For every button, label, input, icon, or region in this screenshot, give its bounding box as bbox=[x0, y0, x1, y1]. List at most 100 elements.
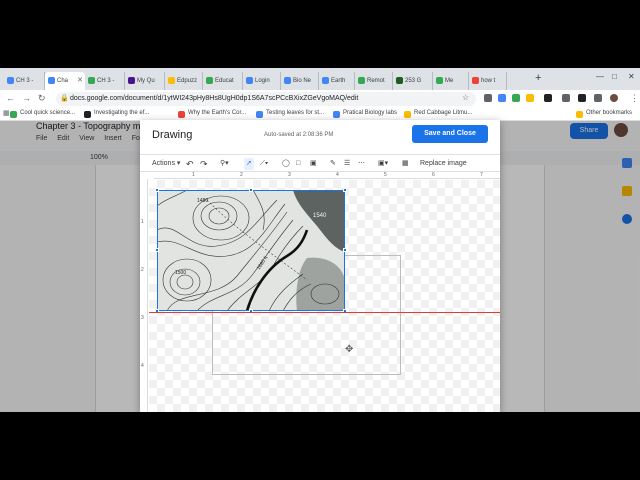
bookmark-favicon-icon bbox=[10, 111, 17, 118]
bookmark-folder-icon bbox=[576, 111, 583, 118]
shape-tool-icon[interactable]: ◯ bbox=[282, 158, 290, 170]
extension-icon[interactable] bbox=[498, 94, 506, 102]
media-icon[interactable] bbox=[594, 94, 602, 102]
ruler-tick-label: 6 bbox=[432, 172, 435, 178]
text-box-icon[interactable]: □ bbox=[296, 158, 300, 170]
bookmark-item[interactable]: Cool quick science... bbox=[10, 110, 75, 118]
tab-favicon-icon bbox=[7, 77, 14, 84]
ruler-tick-label: 4 bbox=[141, 363, 144, 369]
browser-tab[interactable]: 253 G bbox=[393, 72, 433, 90]
ruler-tick-label: 2 bbox=[240, 172, 243, 178]
browser-tab[interactable]: how t bbox=[469, 72, 507, 90]
browser-tab[interactable]: Cha ✕ bbox=[45, 72, 85, 90]
browser-tab[interactable]: Edpuzz bbox=[165, 72, 203, 90]
dialog-title: Drawing bbox=[152, 129, 193, 141]
select-arrow-icon[interactable]: ➚ bbox=[244, 158, 254, 170]
resize-handle[interactable] bbox=[155, 248, 159, 252]
extension-icon[interactable] bbox=[526, 94, 534, 102]
browser-tab[interactable]: My Qu bbox=[125, 72, 165, 90]
browser-tab[interactable]: Bio Ne bbox=[281, 72, 319, 90]
browser-tab[interactable]: Educat bbox=[203, 72, 243, 90]
lock-icon: 🔒 bbox=[60, 95, 69, 102]
bookmark-item[interactable]: Investigating the ef... bbox=[84, 110, 149, 118]
resize-handle[interactable] bbox=[343, 188, 347, 192]
back-icon[interactable]: ← bbox=[6, 93, 15, 103]
ruler-tick-label: 5 bbox=[384, 172, 387, 178]
crop-icon[interactable]: ▣▾ bbox=[378, 158, 388, 170]
cast-icon[interactable] bbox=[578, 94, 586, 102]
maximize-icon[interactable]: □ bbox=[612, 72, 617, 81]
minimize-icon[interactable]: — bbox=[596, 72, 604, 81]
extension-icon[interactable] bbox=[484, 94, 492, 102]
tab-favicon-icon bbox=[436, 77, 443, 84]
extension-icon[interactable] bbox=[544, 94, 552, 102]
bookmark-favicon-icon bbox=[404, 111, 411, 118]
image-icon[interactable]: ▣ bbox=[310, 158, 317, 170]
pen-icon[interactable]: ✎ bbox=[330, 158, 336, 170]
line-dash-icon[interactable]: ⋯ bbox=[358, 158, 365, 170]
tab-favicon-icon bbox=[246, 77, 253, 84]
extension-icon[interactable] bbox=[512, 94, 520, 102]
browser-tab[interactable]: Earth bbox=[319, 72, 355, 90]
ruler-tick-label: 3 bbox=[288, 172, 291, 178]
tab-label: Me bbox=[445, 78, 454, 84]
puzzle-icon[interactable] bbox=[562, 94, 570, 102]
url-input[interactable]: 🔒 docs.google.com/document/d/1ytWI243pHy… bbox=[56, 92, 476, 106]
horizontal-ruler: 1 2 3 4 5 6 7 bbox=[154, 172, 500, 179]
address-bar-row: ← → ↻ 🔒 docs.google.com/document/d/1ytWI… bbox=[0, 90, 640, 108]
replace-image-button[interactable]: Replace image bbox=[420, 158, 467, 170]
line-weight-icon[interactable]: ☰ bbox=[344, 158, 350, 170]
image-options-icon[interactable]: ▦ bbox=[402, 158, 409, 170]
undo-icon[interactable]: ↶ bbox=[186, 158, 194, 170]
tab-favicon-icon bbox=[88, 77, 95, 84]
save-and-close-button[interactable]: Save and Close bbox=[412, 125, 488, 143]
tab-favicon-icon bbox=[128, 77, 135, 84]
alignment-guide-line bbox=[149, 312, 500, 313]
bookmark-item[interactable]: Red Cabbage Litmu... bbox=[404, 110, 472, 118]
forward-icon[interactable]: → bbox=[22, 93, 31, 103]
browser-tab[interactable]: Me bbox=[433, 72, 469, 90]
tab-favicon-icon bbox=[168, 77, 175, 84]
bookmark-favicon-icon bbox=[333, 111, 340, 118]
close-window-icon[interactable]: ✕ bbox=[628, 72, 635, 81]
profile-avatar[interactable] bbox=[610, 94, 618, 102]
browser-tab[interactable]: CH 3 - bbox=[4, 72, 45, 90]
ruler-tick-label: 4 bbox=[336, 172, 339, 178]
bookmark-item[interactable]: Pratical Biology labs bbox=[333, 110, 397, 118]
bookmark-star-icon[interactable]: ☆ bbox=[462, 93, 469, 102]
resize-handle[interactable] bbox=[155, 188, 159, 192]
reload-icon[interactable]: ↻ bbox=[38, 93, 46, 104]
drawing-canvas[interactable]: 1540 1480 1680 ft 1500 ✥ bbox=[149, 180, 500, 412]
tab-label: Edpuzz bbox=[177, 78, 198, 84]
bookmark-item[interactable]: Other bookmarks bbox=[576, 110, 632, 118]
ruler-tick-label: 3 bbox=[141, 315, 144, 321]
new-tab-button[interactable]: + bbox=[535, 72, 541, 84]
menu-kebab-icon[interactable]: ⋮ bbox=[630, 93, 639, 104]
drawing-toolbar: Actions ▾ ↶ ↷ ⚲▾ ➚ ⟋▾ ◯ □ ▣ ✎ ☰ ⋯ ▣▾ ▦ R… bbox=[140, 154, 500, 172]
tab-label: My Qu bbox=[137, 78, 155, 84]
apps-grid-icon[interactable]: ▦ bbox=[3, 109, 10, 117]
actions-menu[interactable]: Actions ▾ bbox=[152, 158, 180, 170]
bookmark-item[interactable]: Why the Earth's Cor... bbox=[178, 110, 246, 118]
browser-tab[interactable]: Remot bbox=[355, 72, 393, 90]
bookmark-favicon-icon bbox=[178, 111, 185, 118]
resize-handle[interactable] bbox=[249, 188, 253, 192]
tab-label: how t bbox=[481, 78, 496, 84]
drawing-dialog: Drawing Auto-saved at 2:08:36 PM Save an… bbox=[140, 120, 500, 412]
bookmark-item[interactable]: Testing leaves for st... bbox=[256, 110, 324, 118]
autosave-status: Auto-saved at 2:08:36 PM bbox=[264, 132, 334, 138]
tab-label: 253 G bbox=[405, 78, 422, 84]
tab-favicon-icon bbox=[322, 77, 329, 84]
redo-icon[interactable]: ↷ bbox=[200, 158, 208, 170]
tab-favicon-icon bbox=[472, 77, 479, 84]
zoom-icon[interactable]: ⚲▾ bbox=[220, 158, 229, 170]
line-tool-icon[interactable]: ⟋▾ bbox=[260, 158, 268, 170]
browser-window: CH 3 - Cha ✕ CH 3 - My Qu Edpuzz Educat Login Bi… bbox=[0, 68, 640, 412]
browser-tab[interactable]: CH 3 - bbox=[85, 72, 125, 90]
tab-label: Bio Ne bbox=[293, 78, 312, 84]
ruler-tick-label: 1 bbox=[192, 172, 195, 178]
close-tab-icon[interactable]: ✕ bbox=[77, 72, 83, 90]
browser-tab[interactable]: Login bbox=[243, 72, 281, 90]
tab-label: Cha bbox=[57, 78, 69, 84]
resize-handle[interactable] bbox=[343, 248, 347, 252]
